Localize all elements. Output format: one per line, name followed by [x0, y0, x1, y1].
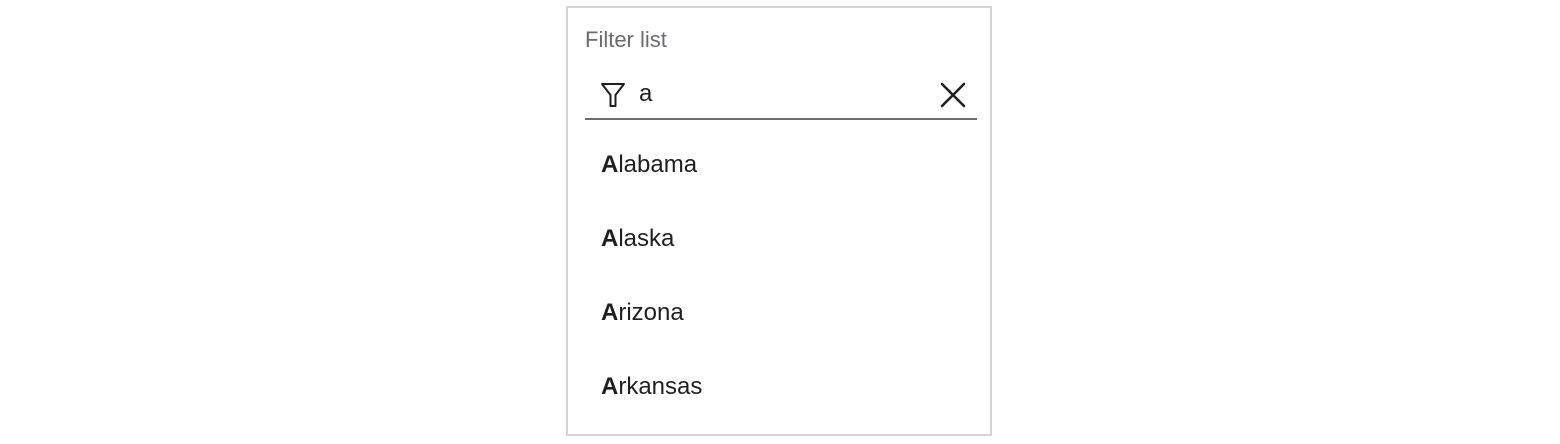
filtered-results-list: Alabama Alaska Arizona Arkansas — [585, 128, 977, 424]
match-highlight: A — [601, 373, 619, 400]
match-highlight: A — [601, 151, 619, 178]
list-item[interactable]: Arkansas — [585, 350, 977, 424]
filter-search-field[interactable] — [585, 70, 977, 120]
filter-list-label: Filter list — [585, 27, 667, 52]
item-rest-text: rizona — [618, 299, 684, 326]
item-rest-text: laska — [618, 225, 675, 252]
filter-list-panel: Filter list Alabama Alaska Arizona Arkan… — [566, 6, 992, 436]
list-item[interactable]: Alaska — [585, 202, 977, 276]
filter-search-input[interactable] — [639, 78, 919, 110]
item-rest-text: labama — [618, 151, 698, 178]
close-icon — [940, 82, 966, 108]
list-item[interactable]: Alabama — [585, 128, 977, 202]
filter-funnel-icon — [600, 81, 626, 109]
item-rest-text: rkansas — [618, 373, 703, 400]
match-highlight: A — [601, 225, 619, 252]
match-highlight: A — [601, 299, 619, 326]
clear-search-button[interactable] — [937, 79, 969, 111]
list-item[interactable]: Arizona — [585, 276, 977, 350]
